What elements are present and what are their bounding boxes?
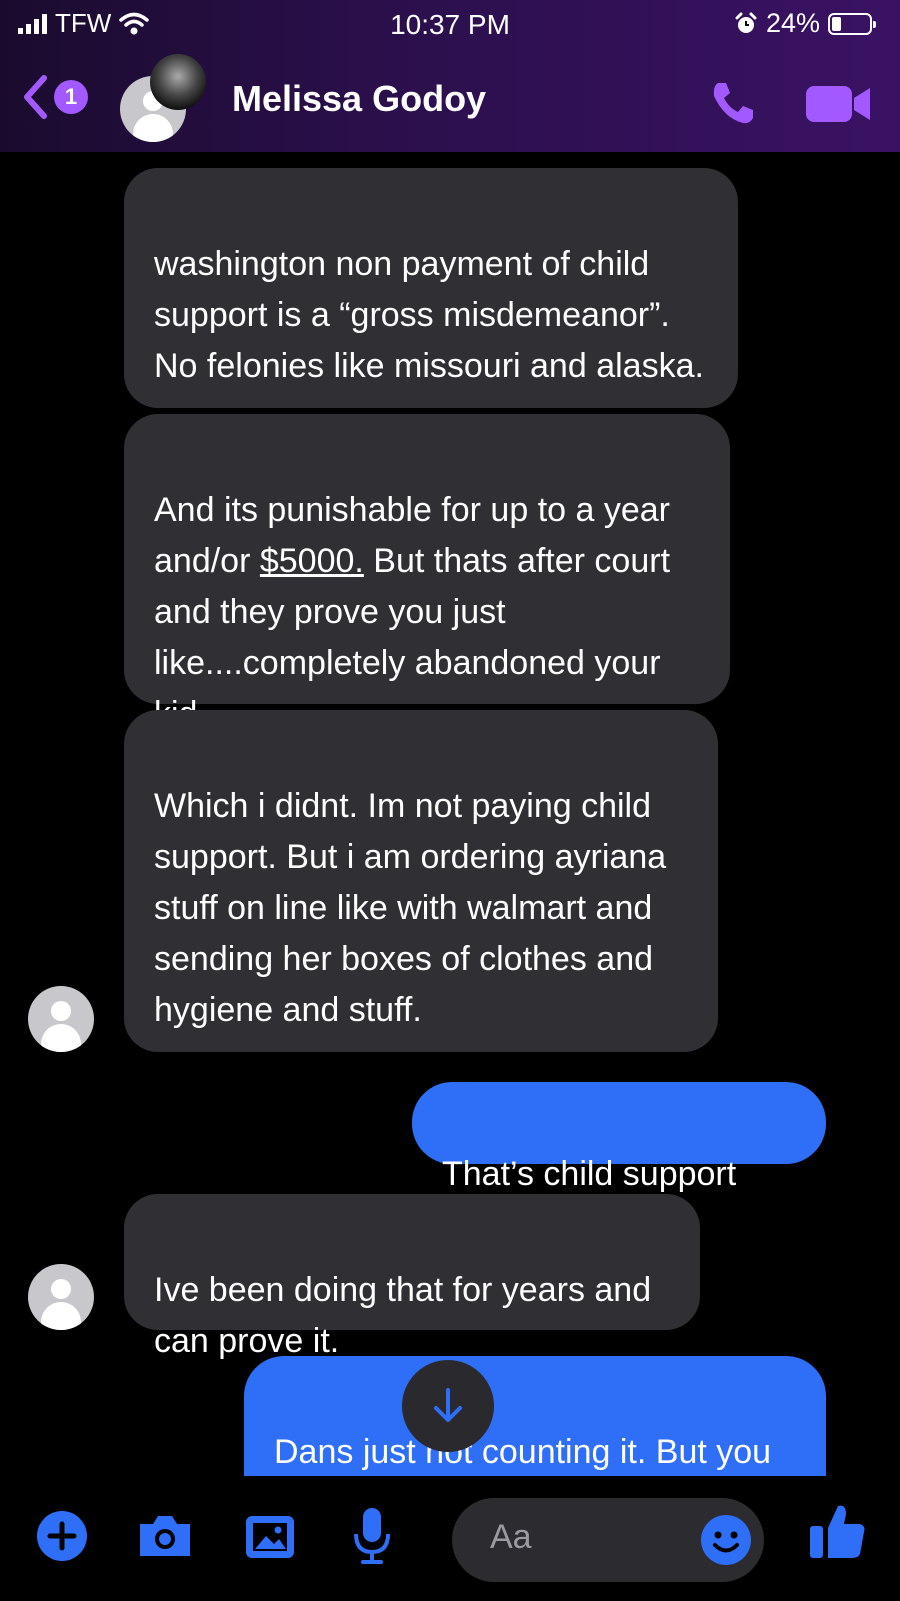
image-icon[interactable] [244,1510,296,1562]
video-camera-icon[interactable] [806,84,874,124]
emoji-icon[interactable] [700,1514,752,1566]
arrow-down-icon [434,1388,462,1422]
plus-icon[interactable] [36,1510,88,1562]
amount-link[interactable]: $5000. [260,542,364,580]
microphone-icon[interactable] [352,1506,392,1566]
incoming-message[interactable]: And its punishable for up to a year and/… [124,414,730,733]
outgoing-message[interactable]: Dans just not counting it. But you have … [244,1356,826,1486]
incoming-message[interactable]: washington non payment of child support … [124,168,738,408]
input-placeholder: Aa [490,1518,532,1556]
scroll-to-bottom-button[interactable] [402,1360,494,1452]
sender-avatar[interactable] [28,986,94,1052]
battery-icon [828,12,876,35]
camera-icon[interactable] [136,1512,194,1560]
message-input[interactable]: Aa [452,1498,764,1582]
message-text: Ive been doing that for years and can pr… [154,1271,652,1360]
status-bar: TFW 10:37 PM 24% [0,0,900,48]
incoming-message[interactable]: Ive been doing that for years and can pr… [124,1194,700,1360]
contact-photo[interactable] [150,54,206,110]
status-right: 24% [734,8,876,39]
incoming-message[interactable]: Which i didnt. Im not paying child suppo… [124,710,718,1052]
message-text: That’s child support [442,1155,737,1193]
composer-bar: Aa [0,1476,900,1601]
alarm-icon [735,12,757,33]
back-chevron-icon [24,75,47,119]
contact-name[interactable]: Melissa Godoy [232,78,486,120]
phone-icon[interactable] [708,78,758,128]
outgoing-message[interactable]: That’s child support [412,1082,826,1193]
message-text: Which i didnt. Im not paying child suppo… [154,787,667,1029]
battery-percent: 24% [765,8,820,38]
back-button[interactable]: 1 [20,74,88,120]
conversation-header: 1 Melissa Godoy [0,48,900,152]
sender-avatar[interactable] [28,1264,94,1330]
unread-badge: 1 [54,80,88,114]
message-text: washington non payment of child support … [154,245,704,385]
thumbs-up-icon[interactable] [808,1500,868,1562]
